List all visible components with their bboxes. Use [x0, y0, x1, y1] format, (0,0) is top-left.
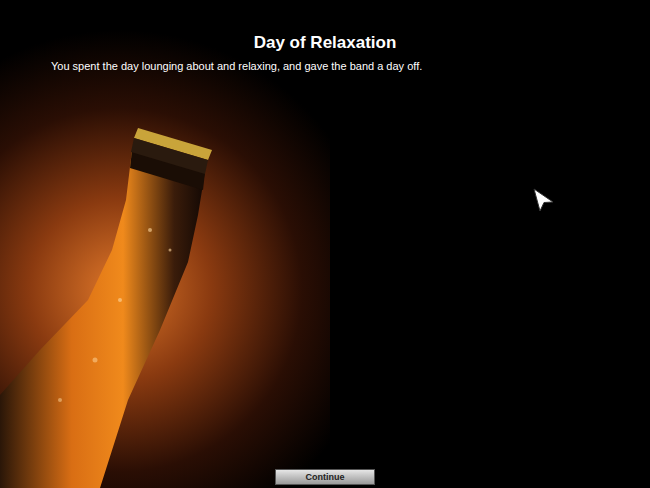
event-screen: Day of RelaxationYou spent the day loung…: [0, 0, 650, 488]
event-content: Day of RelaxationYou spent the day loung…: [0, 0, 650, 488]
mouse-cursor-icon: [533, 188, 555, 212]
event-title: Day of Relaxation: [0, 0, 650, 53]
continue-button[interactable]: Continue: [275, 469, 375, 485]
button-row: Continue: [0, 469, 650, 488]
beer-bottle-photo: [0, 0, 650, 488]
event-message: You spent the day lounging about and rel…: [0, 53, 650, 73]
